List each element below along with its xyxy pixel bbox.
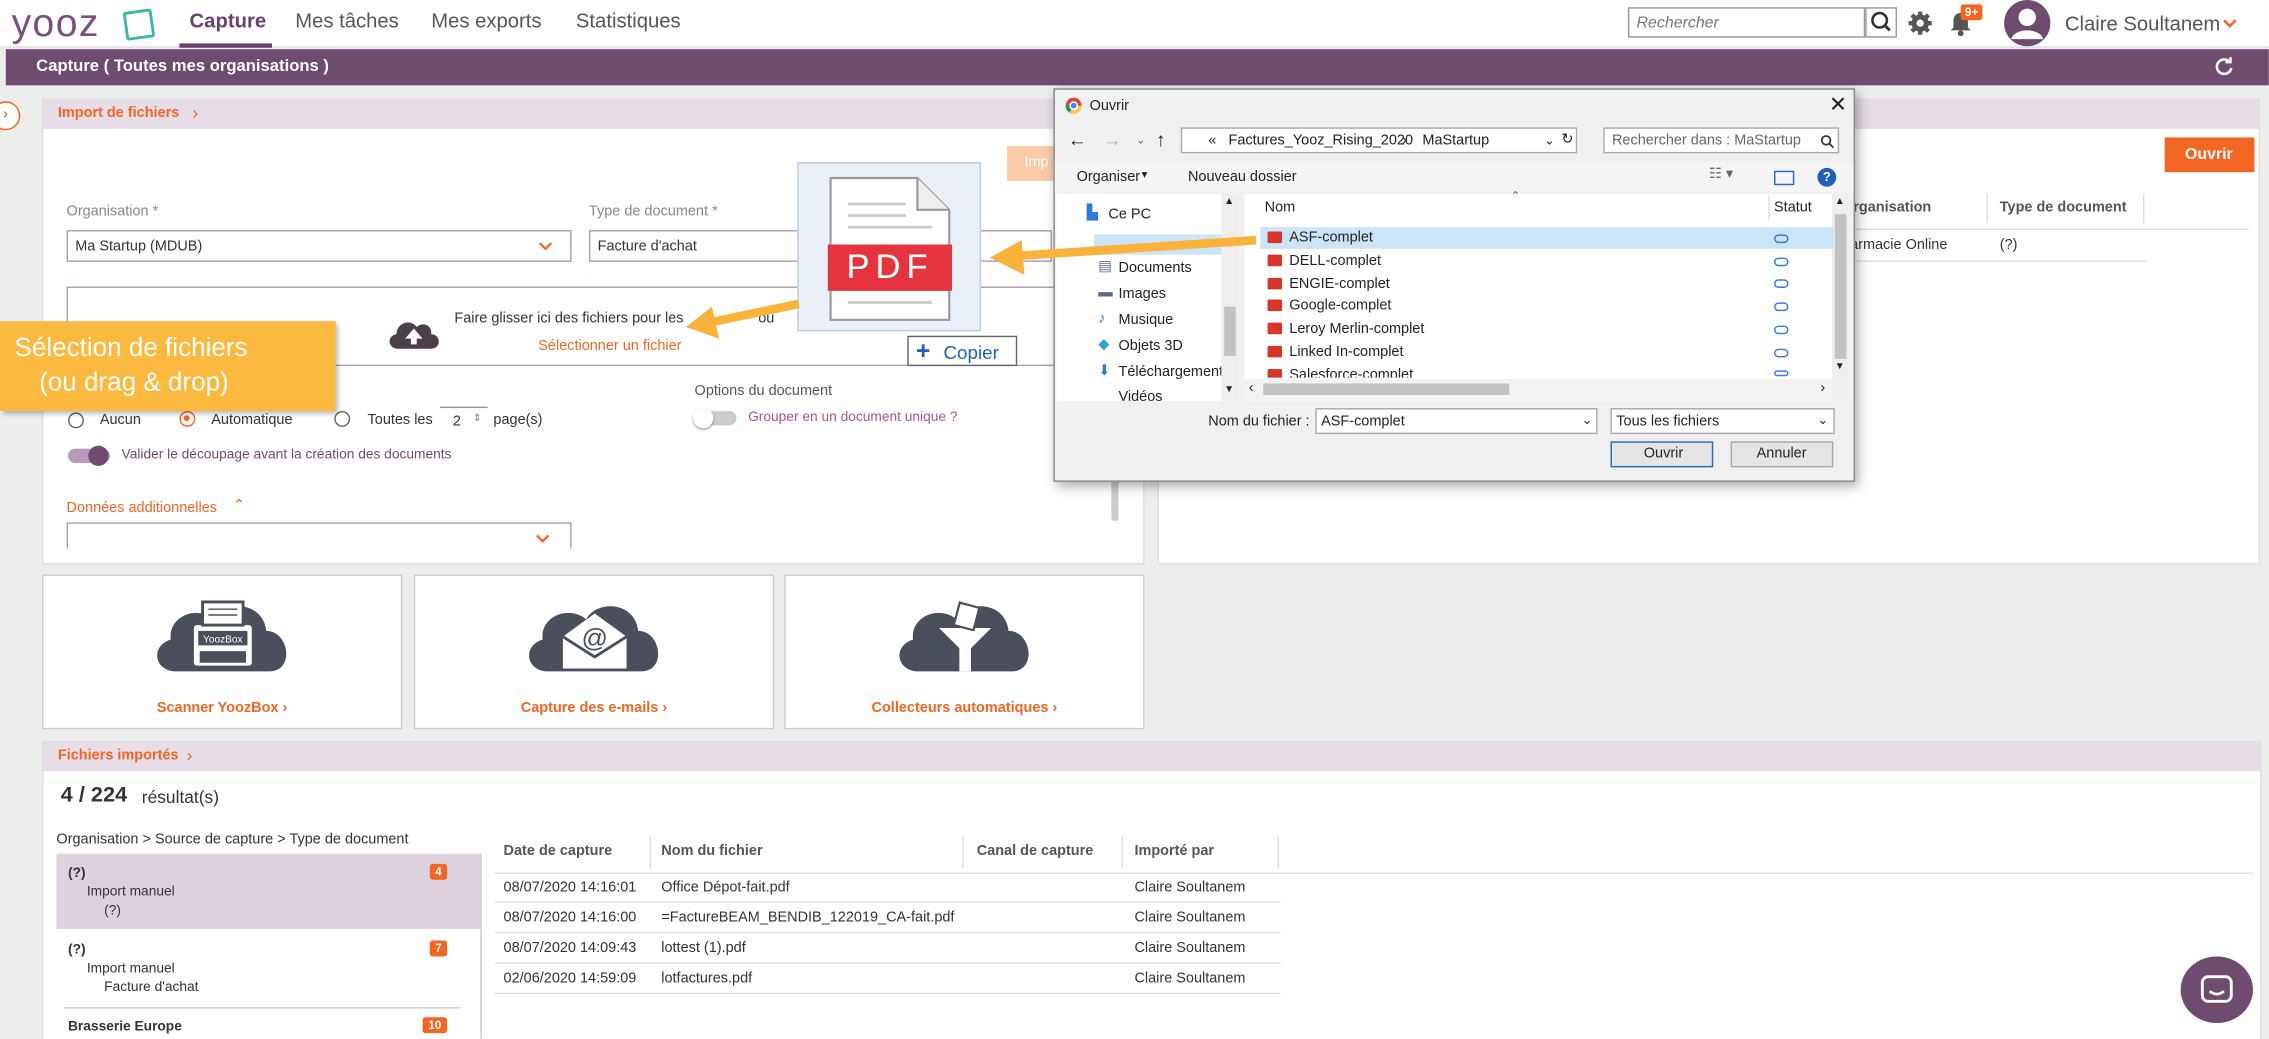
arrow-head [685, 306, 720, 339]
callout-line-1: Sélection de fichiers [14, 332, 248, 362]
arrow-to-pdf [1012, 235, 1257, 261]
annotation-callout: Sélection de fichiers (ou drag & drop) [0, 321, 336, 411]
annotation-arrows [685, 235, 1257, 339]
arrow-head [989, 240, 1025, 275]
app-window: yooz Capture Mes tâches Mes exports Stat… [0, 0, 2269, 1039]
arrow-to-dropzone [708, 299, 800, 327]
callout-line-2: (ou drag & drop) [39, 367, 229, 397]
